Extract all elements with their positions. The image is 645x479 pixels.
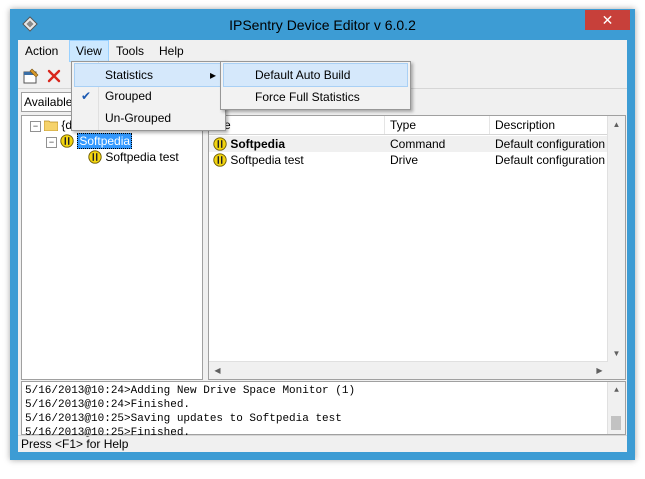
warning-icon [213, 137, 227, 151]
scroll-left-arrow-icon[interactable]: ◀ [209, 362, 226, 379]
tree-child-node[interactable]: Softpedia test [88, 149, 179, 165]
device-list[interactable]: me Type Description Softpedia Command De… [208, 115, 626, 380]
log-output[interactable]: 5/16/2013@10:24>Adding New Drive Space M… [21, 381, 626, 439]
log-line: 5/16/2013@10:24>Adding New Drive Space M… [25, 385, 356, 397]
tree-child-label: Softpedia test [105, 150, 179, 164]
scroll-right-arrow-icon[interactable]: ▶ [591, 362, 608, 379]
log-vertical-scrollbar[interactable]: ▲ [607, 382, 625, 434]
row-name-cell: Softpedia [209, 136, 385, 152]
view-menu-statistics[interactable]: Statistics ▸ [74, 63, 223, 87]
scroll-up-arrow-icon[interactable]: ▲ [608, 382, 625, 399]
tree-group-expander[interactable]: − [46, 137, 57, 148]
scroll-corner [608, 362, 625, 379]
menu-bar: Action View Tools Help [18, 40, 627, 62]
view-menu-ungrouped-label: Un-Grouped [105, 111, 172, 125]
warning-icon [88, 150, 102, 164]
row-type: Drive [390, 153, 419, 167]
tree-group-node[interactable]: Softpedia [60, 133, 133, 149]
submenu-arrow-icon: ▸ [209, 68, 216, 82]
menu-help[interactable]: Help [153, 40, 190, 62]
status-bar: Press <F1> for Help [18, 435, 627, 453]
warning-icon [60, 134, 74, 148]
properties-icon[interactable] [22, 67, 40, 85]
scroll-thumb[interactable] [611, 416, 621, 430]
statistics-force-full[interactable]: Force Full Statistics [223, 86, 408, 108]
title-bar[interactable]: IPSentry Device Editor v 6.0.2 ✕ [10, 9, 635, 40]
warning-icon [213, 153, 227, 167]
row-description: Default configuration temp [495, 153, 607, 167]
column-header-name[interactable]: me [209, 116, 385, 134]
row-name-cell: Softpedia test [209, 152, 385, 168]
scroll-down-arrow-icon[interactable]: ▼ [608, 345, 625, 362]
view-menu-grouped[interactable]: ✔ Grouped [74, 85, 223, 107]
checkmark-icon: ✔ [81, 89, 92, 103]
table-row[interactable]: Softpedia test Drive Default configurati… [209, 152, 607, 168]
row-description: Default configuration temp [495, 137, 607, 151]
window-title: IPSentry Device Editor v 6.0.2 [229, 17, 416, 33]
log-line: 5/16/2013@10:24>Finished. [25, 399, 191, 411]
scroll-up-arrow-icon[interactable]: ▲ [608, 116, 625, 133]
status-text: Press <F1> for Help [21, 437, 129, 451]
close-button[interactable]: ✕ [585, 10, 630, 30]
default-auto-build-label: Default Auto Build [255, 68, 351, 82]
list-header: me Type Description [209, 116, 607, 135]
row-type: Command [390, 137, 446, 151]
view-menu-dropdown: Statistics ▸ ✔ Grouped Un-Grouped [71, 61, 226, 131]
tree-root-node[interactable]: {d [43, 117, 72, 133]
list-vertical-scrollbar[interactable]: ▲ ▼ [607, 116, 625, 362]
menu-view[interactable]: View [69, 40, 109, 62]
tree-root-expander[interactable]: − [30, 121, 41, 132]
view-menu-ungrouped[interactable]: Un-Grouped [74, 107, 223, 129]
menu-action[interactable]: Action [19, 40, 64, 62]
statistics-default-auto-build[interactable]: Default Auto Build [223, 63, 408, 87]
view-menu-statistics-label: Statistics [105, 68, 154, 82]
column-header-type[interactable]: Type [385, 116, 490, 134]
folder-icon [43, 120, 59, 132]
table-row[interactable]: Softpedia Command Default configuration … [209, 136, 607, 152]
log-line: 5/16/2013@10:25>Saving updates to Softpe… [25, 413, 342, 425]
force-full-statistics-label: Force Full Statistics [255, 90, 360, 104]
list-horizontal-scrollbar[interactable]: ◀ ▶ [209, 361, 608, 379]
tree-group-label: Softpedia [77, 133, 133, 149]
column-header-description[interactable]: Description [490, 116, 607, 134]
row-name: Softpedia test [230, 153, 304, 167]
statistics-submenu: Default Auto Build Force Full Statistics [220, 61, 411, 110]
menu-tools[interactable]: Tools [110, 40, 150, 62]
delete-icon[interactable] [45, 67, 63, 85]
view-menu-grouped-label: Grouped [105, 89, 152, 103]
device-tree[interactable]: − {d − Softpedia Softpedia test [21, 115, 203, 380]
row-name: Softpedia [230, 137, 286, 151]
